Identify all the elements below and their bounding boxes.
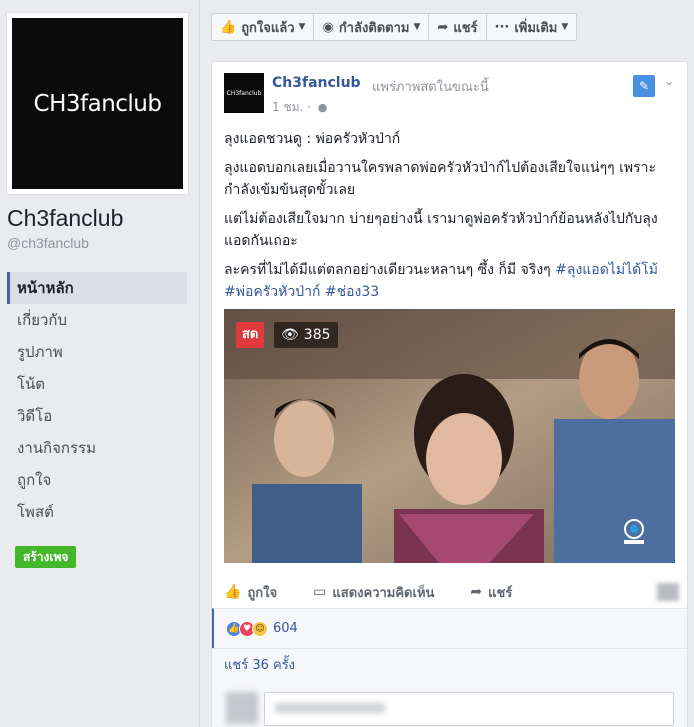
more-dots-icon: ··· — [494, 19, 510, 35]
nav-item-posts[interactable]: โพสต์ — [7, 496, 187, 528]
post-author-avatar[interactable]: CH3fanclub — [224, 73, 264, 113]
post-paragraph-text: ละครที่ไม่ได้มีแต่ตลกอย่างเดียวนะหลานๆ ซ… — [224, 262, 551, 278]
share-page-label: แชร์ — [453, 20, 478, 36]
globe-icon: ● — [317, 101, 328, 114]
rss-icon: ◉ — [322, 19, 334, 35]
reactions-summary[interactable]: 👍 ♥ ☺ 604 — [212, 608, 687, 648]
liked-label: ถูกใจแล้ว — [241, 20, 295, 36]
comment-label: แสดงความคิดเห็น — [332, 585, 435, 601]
comment-input[interactable] — [264, 692, 674, 726]
create-page-button[interactable]: สร้างเพจ — [15, 546, 77, 568]
reaction-count[interactable]: 604 — [273, 621, 298, 636]
post-paragraph: แต่ไม่ต้องเสียใจมาก บ่ายๆอย่างนี้ เรามาด… — [224, 211, 658, 249]
post-timestamp[interactable]: 1 ชม. · ● — [272, 98, 327, 117]
live-video-player[interactable]: สด 👁 385 — [224, 309, 675, 563]
post-paragraph: ลุงแอดบอกเลยเมื่อวานใครพลาดพ่อครัวหัวป่า… — [224, 160, 657, 198]
like-label: ถูกใจ — [247, 585, 278, 601]
eye-icon: 👁 — [281, 327, 299, 343]
page-action-bar: 👍 ถูกใจแล้ว ▼ ◉ กำลังติดตาม ▼ ➦ แชร์ ···… — [211, 13, 578, 41]
caret-down-icon: ▼ — [413, 22, 421, 32]
share-button[interactable]: ➦ แชร์ — [470, 582, 512, 603]
viewer-count: 👁 385 — [274, 322, 338, 348]
comment-placeholder — [275, 703, 385, 713]
viewer-avatar[interactable] — [657, 583, 679, 601]
nav-item-notes[interactable]: โน้ต — [7, 368, 187, 400]
nav-item-photos[interactable]: รูปภาพ — [7, 336, 187, 368]
sidebar-divider — [199, 0, 200, 727]
post-paragraph: ละครที่ไม่ได้มีแต่ตลกอย่างเดียวนะหลานๆ ซ… — [224, 259, 679, 303]
profile-picture-frame[interactable]: CH3fanclub — [6, 12, 189, 195]
share-label: แชร์ — [488, 585, 513, 601]
post-time-label: 1 ชม. · — [272, 100, 311, 114]
comment-composer — [212, 684, 687, 727]
post-action-text: แพร่ภาพสดในขณะนี้ — [372, 80, 489, 95]
thumbs-up-icon: 👍 — [224, 584, 242, 600]
nav-item-events[interactable]: งานกิจกรรม — [7, 432, 187, 464]
page-sidebar: CH3fanclub Ch3fanclub @ch3fanclub หน้าหล… — [0, 0, 199, 727]
more-button[interactable]: ··· เพิ่มเติม ▼ — [487, 14, 577, 40]
nav-item-videos[interactable]: วิดีโอ — [7, 400, 187, 432]
post-body: ลุงแอดชวนดู : พ่อครัวหัวป่าก์ ลุงแอดบอกเ… — [224, 128, 679, 310]
share-page-button[interactable]: ➦ แชร์ — [429, 14, 487, 40]
nav-item-home[interactable]: หน้าหลัก — [7, 272, 187, 304]
caret-down-icon: ▼ — [298, 22, 306, 32]
like-button[interactable]: 👍 ถูกใจ — [224, 582, 277, 603]
liked-button[interactable]: 👍 ถูกใจแล้ว ▼ — [212, 14, 315, 40]
caret-down-icon: ▼ — [561, 22, 569, 32]
post-card: CH3fanclub Ch3fanclub แพร่ภาพสดในขณะนี้ … — [211, 61, 688, 727]
nav-item-about[interactable]: เกี่ยวกับ — [7, 304, 187, 336]
page-nav: หน้าหลัก เกี่ยวกับ รูปภาพ โน้ต วิดีโอ งา… — [7, 272, 187, 528]
share-arrow-icon: ➦ — [470, 584, 483, 600]
page-handle[interactable]: @ch3fanclub — [7, 235, 89, 251]
share-arrow-icon: ➦ — [437, 19, 449, 35]
shares-label[interactable]: แชร์ 36 ครั้ง — [224, 658, 295, 673]
thumbs-up-icon: 👍 — [220, 19, 237, 35]
post-action-row: 👍 ถูกใจ ▭ แสดงความคิดเห็น ➦ แชร์ — [224, 577, 679, 607]
pin-icon[interactable]: ✎ — [633, 75, 655, 97]
live-badge: สด — [236, 322, 265, 348]
post-menu-chevron-icon[interactable]: ⌄ — [664, 74, 674, 88]
page-name[interactable]: Ch3fanclub — [7, 205, 123, 232]
haha-reaction-icon: ☺ — [252, 620, 268, 637]
shares-count[interactable]: แชร์ 36 ครั้ง — [212, 648, 687, 684]
viewer-count-value: 385 — [303, 327, 331, 343]
comment-icon: ▭ — [313, 584, 327, 600]
post-author-name[interactable]: Ch3fanclub — [272, 75, 361, 91]
following-button[interactable]: ◉ กำลังติดตาม ▼ — [314, 14, 430, 40]
nav-item-likes[interactable]: ถูกใจ — [7, 464, 187, 496]
channel-3-logo-icon — [624, 519, 644, 544]
profile-picture-logo: CH3fanclub — [12, 18, 183, 189]
comment-button[interactable]: ▭ แสดงความคิดเห็น — [313, 582, 434, 603]
more-label: เพิ่มเติม — [514, 20, 558, 36]
commenter-avatar — [226, 692, 258, 724]
post-paragraph: ลุงแอดชวนดู : พ่อครัวหัวป่าก์ — [224, 131, 401, 147]
following-label: กำลังติดตาม — [338, 20, 410, 36]
